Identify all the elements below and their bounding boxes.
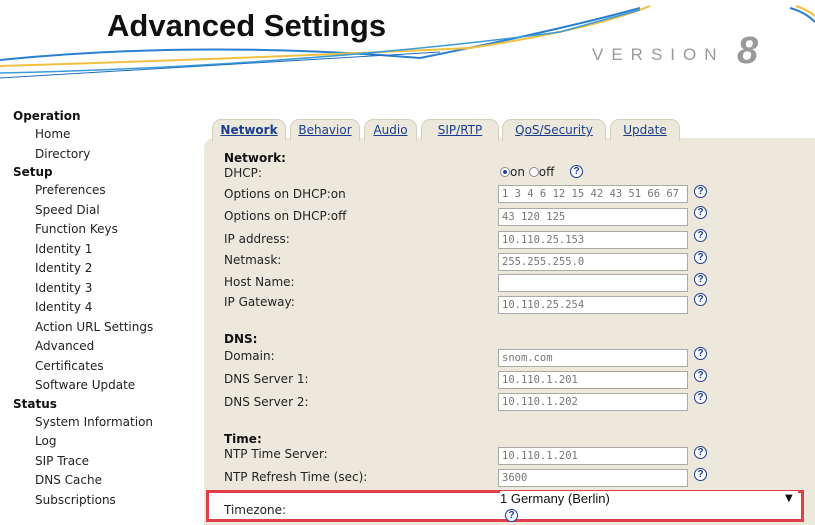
sidebar-item-identity-2[interactable]: Identity 2 (13, 259, 193, 279)
sidebar-item-speed-dial[interactable]: Speed Dial (13, 201, 193, 221)
options-dhcp-off-input[interactable]: 43 120 125 (498, 208, 688, 226)
dns-server-1-input[interactable]: 10.110.1.201 (498, 371, 688, 389)
ip-gateway-label: IP Gateway: (224, 295, 295, 309)
tab-behavior[interactable]: Behavior (290, 119, 360, 141)
domain-input[interactable]: snom.com (498, 349, 688, 367)
sidebar-item-certificates[interactable]: Certificates (13, 357, 193, 377)
time-heading: Time: (224, 432, 262, 446)
sidebar-section-setup: Setup (13, 165, 53, 179)
sidebar-item-subscriptions[interactable]: Subscriptions (13, 491, 193, 511)
timezone-help-icon[interactable]: ? (505, 509, 518, 522)
sidebar-item-identity-1[interactable]: Identity 1 (13, 240, 193, 260)
domain-label: Domain: (224, 349, 275, 363)
ip-address-input[interactable]: 10.110.25.153 (498, 231, 688, 249)
ntp-time-server-label: NTP Time Server: (224, 447, 328, 461)
chevron-down-icon[interactable]: ▼ (785, 493, 793, 504)
sidebar-item-sip-trace[interactable]: SIP Trace (13, 452, 193, 472)
sidebar: Operation Home Directory Setup Preferenc… (13, 108, 193, 510)
tab-qos-security[interactable]: QoS/Security (502, 119, 606, 141)
options-dhcp-on-input[interactable]: 1 3 4 6 12 15 42 43 51 66 67 1 (498, 185, 688, 203)
sidebar-item-function-keys[interactable]: Function Keys (13, 220, 193, 240)
sidebar-item-directory[interactable]: Directory (13, 145, 193, 165)
dns-server-2-label: DNS Server 2: (224, 395, 309, 409)
sidebar-item-identity-4[interactable]: Identity 4 (13, 298, 193, 318)
version-number: 8 (737, 30, 759, 72)
host-name-label: Host Name: (224, 275, 295, 289)
tab-sip-rtp[interactable]: SIP/RTP (421, 119, 499, 141)
tab-audio[interactable]: Audio (364, 119, 417, 141)
sidebar-item-system-information[interactable]: System Information (13, 413, 193, 433)
dns-server-1-label: DNS Server 1: (224, 372, 309, 386)
ip-address-label: IP address: (224, 232, 290, 246)
ntp-refresh-time-help-icon[interactable]: ? (694, 468, 707, 481)
ip-gateway-help-icon[interactable]: ? (694, 293, 707, 306)
domain-help-icon[interactable]: ? (694, 347, 707, 360)
host-name-input[interactable] (498, 274, 688, 292)
sidebar-item-software-update[interactable]: Software Update (13, 376, 193, 396)
sidebar-section-status: Status (13, 396, 57, 411)
version-label: VERSION (592, 45, 725, 64)
timezone-label: Timezone: (224, 503, 287, 517)
dhcp-off-label: off (538, 165, 555, 179)
sidebar-item-log[interactable]: Log (13, 432, 193, 452)
dns-server-2-input[interactable]: 10.110.1.202 (498, 393, 688, 411)
dhcp-on-label: on (510, 165, 525, 179)
sidebar-item-preferences[interactable]: Preferences (13, 181, 193, 201)
sidebar-item-home[interactable]: Home (13, 125, 193, 145)
sidebar-item-identity-3[interactable]: Identity 3 (13, 279, 193, 299)
sidebar-item-advanced[interactable]: Advanced (13, 337, 193, 357)
header: Advanced Settings VERSION 8 (0, 0, 815, 100)
options-dhcp-off-label: Options on DHCP:off (224, 209, 347, 223)
timezone-select[interactable]: 1 Germany (Berlin) (500, 491, 798, 507)
dhcp-radio-group: on off (500, 165, 554, 179)
netmask-help-icon[interactable]: ? (694, 251, 707, 264)
dhcp-label: DHCP: (224, 166, 262, 180)
ip-gateway-input[interactable]: 10.110.25.254 (498, 296, 688, 314)
options-dhcp-on-help-icon[interactable]: ? (694, 185, 707, 198)
ntp-refresh-time-label: NTP Refresh Time (sec): (224, 470, 368, 484)
page-title: Advanced Settings (107, 8, 387, 43)
sidebar-item-action-url-settings[interactable]: Action URL Settings (13, 318, 193, 338)
netmask-label: Netmask: (224, 253, 282, 267)
ntp-time-server-input[interactable]: 10.110.1.201 (498, 447, 688, 465)
dns-heading: DNS: (224, 332, 258, 346)
tab-network[interactable]: Network (212, 119, 286, 141)
sidebar-item-dns-cache[interactable]: DNS Cache (13, 471, 193, 491)
options-dhcp-on-label: Options on DHCP:on (224, 187, 346, 201)
ntp-refresh-time-input[interactable]: 3600 (498, 469, 688, 487)
host-name-help-icon[interactable]: ? (694, 273, 707, 286)
options-dhcp-off-help-icon[interactable]: ? (694, 206, 707, 219)
netmask-input[interactable]: 255.255.255.0 (498, 253, 688, 271)
dns-server-2-help-icon[interactable]: ? (694, 391, 707, 404)
dhcp-on-radio[interactable] (500, 167, 510, 177)
ip-address-help-icon[interactable]: ? (694, 229, 707, 242)
sidebar-section-operation: Operation (13, 109, 81, 123)
tab-update[interactable]: Update (610, 119, 680, 141)
dhcp-off-radio[interactable] (528, 167, 539, 177)
ntp-time-server-help-icon[interactable]: ? (694, 446, 707, 459)
dns-server-1-help-icon[interactable]: ? (694, 369, 707, 382)
dhcp-help-icon[interactable]: ? (570, 165, 583, 178)
network-heading: Network: (224, 151, 286, 165)
